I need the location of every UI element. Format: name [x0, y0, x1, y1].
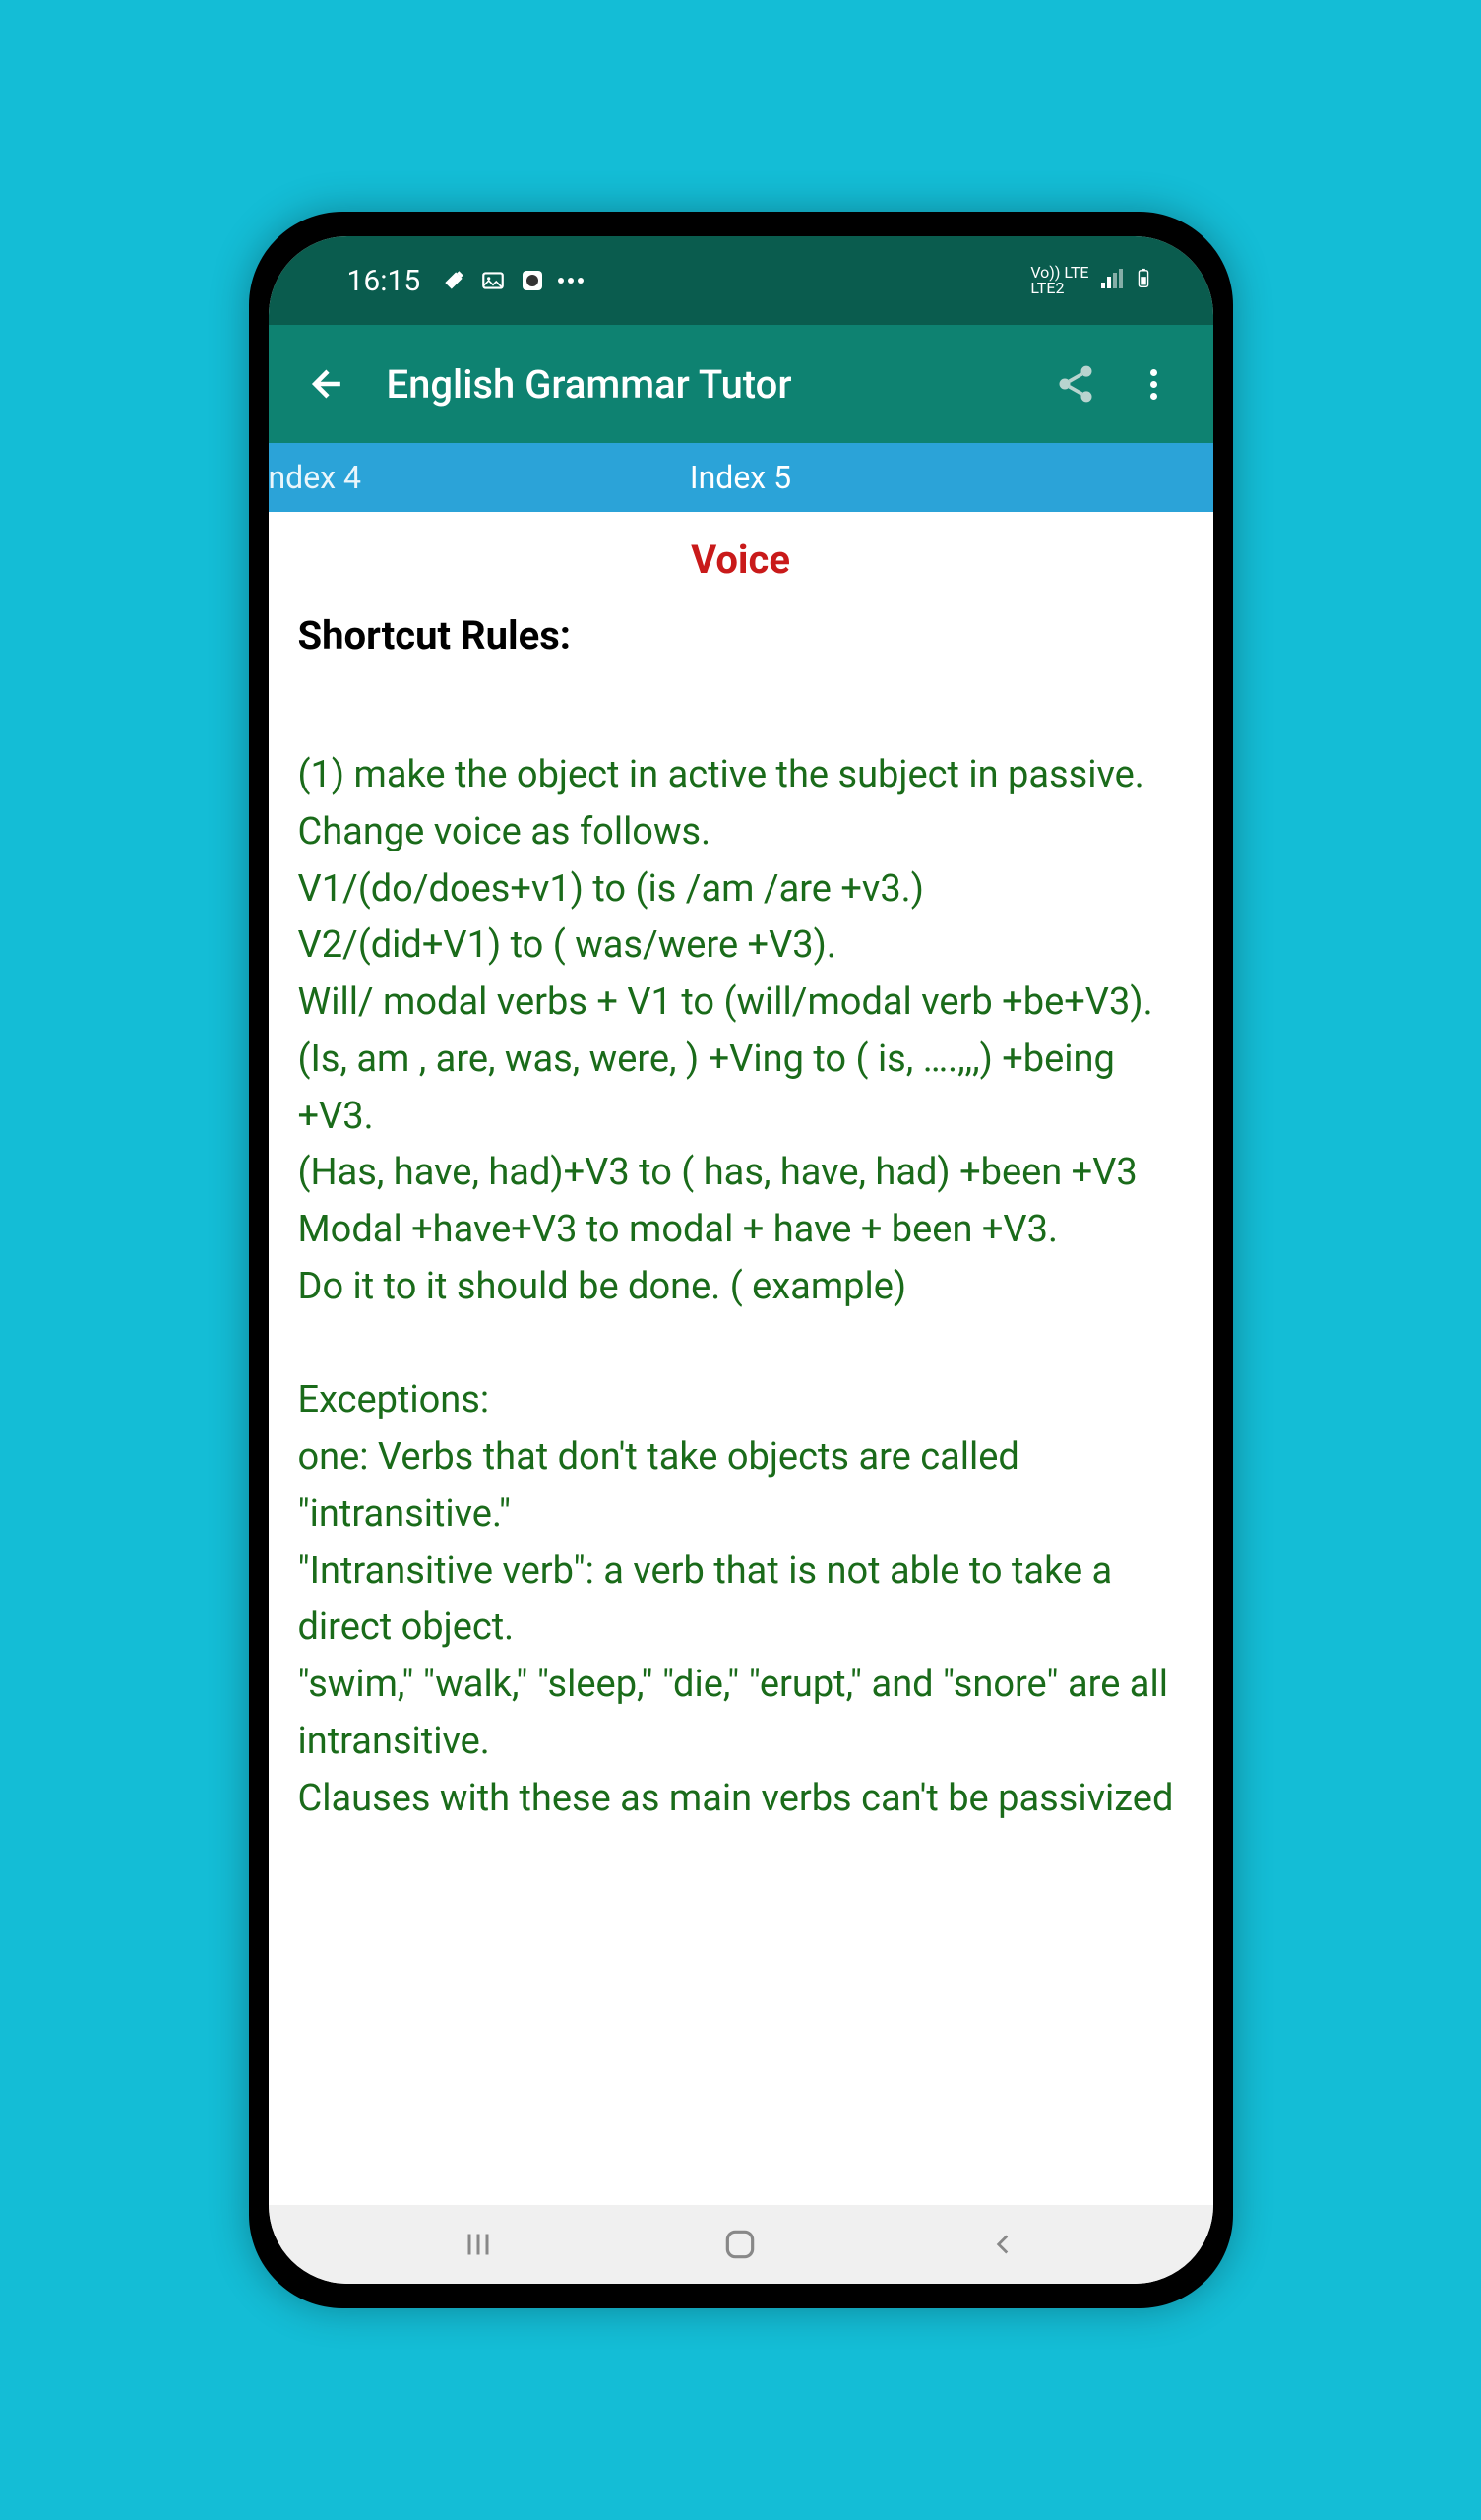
content-area[interactable]: Voice Shortcut Rules: (1) make the objec… [269, 512, 1213, 2205]
signal-icon [1099, 267, 1123, 295]
battery-icon [1133, 265, 1154, 297]
home-button[interactable] [715, 2220, 765, 2269]
content-body-text: (1) make the object in active the subjec… [298, 747, 1184, 1827]
app-icon [519, 267, 546, 294]
status-bar-right: Vo)) LTE LTE2 [1030, 265, 1153, 297]
back-button[interactable] [298, 354, 357, 413]
system-nav-bar [269, 2205, 1213, 2284]
network-indicator: Vo)) LTE LTE2 [1030, 265, 1088, 296]
tab-index-5[interactable]: Index 5 [690, 459, 791, 496]
status-bar: 16:15 Vo) [269, 236, 1213, 325]
share-button[interactable] [1046, 354, 1105, 413]
more-notifications-icon [558, 278, 584, 284]
status-time: 16:15 [347, 264, 421, 298]
page-title: Voice [298, 536, 1184, 583]
phone-screen: 16:15 Vo) [269, 236, 1213, 2284]
app-bar: English Grammar Tutor [269, 325, 1213, 443]
image-icon [479, 267, 507, 294]
recent-apps-button[interactable] [454, 2220, 503, 2269]
overflow-menu-button[interactable] [1125, 354, 1184, 413]
status-icons-group [440, 267, 584, 294]
back-nav-button[interactable] [978, 2220, 1027, 2269]
cleanup-icon [440, 267, 467, 294]
phone-frame: 16:15 Vo) [249, 212, 1233, 2308]
section-heading: Shortcut Rules: [298, 612, 1184, 659]
app-title: English Grammar Tutor [387, 361, 1026, 408]
status-bar-left: 16:15 [347, 264, 585, 298]
tabs-bar: ndex 4 Index 5 [269, 443, 1213, 512]
tab-index-4[interactable]: ndex 4 [269, 459, 361, 496]
